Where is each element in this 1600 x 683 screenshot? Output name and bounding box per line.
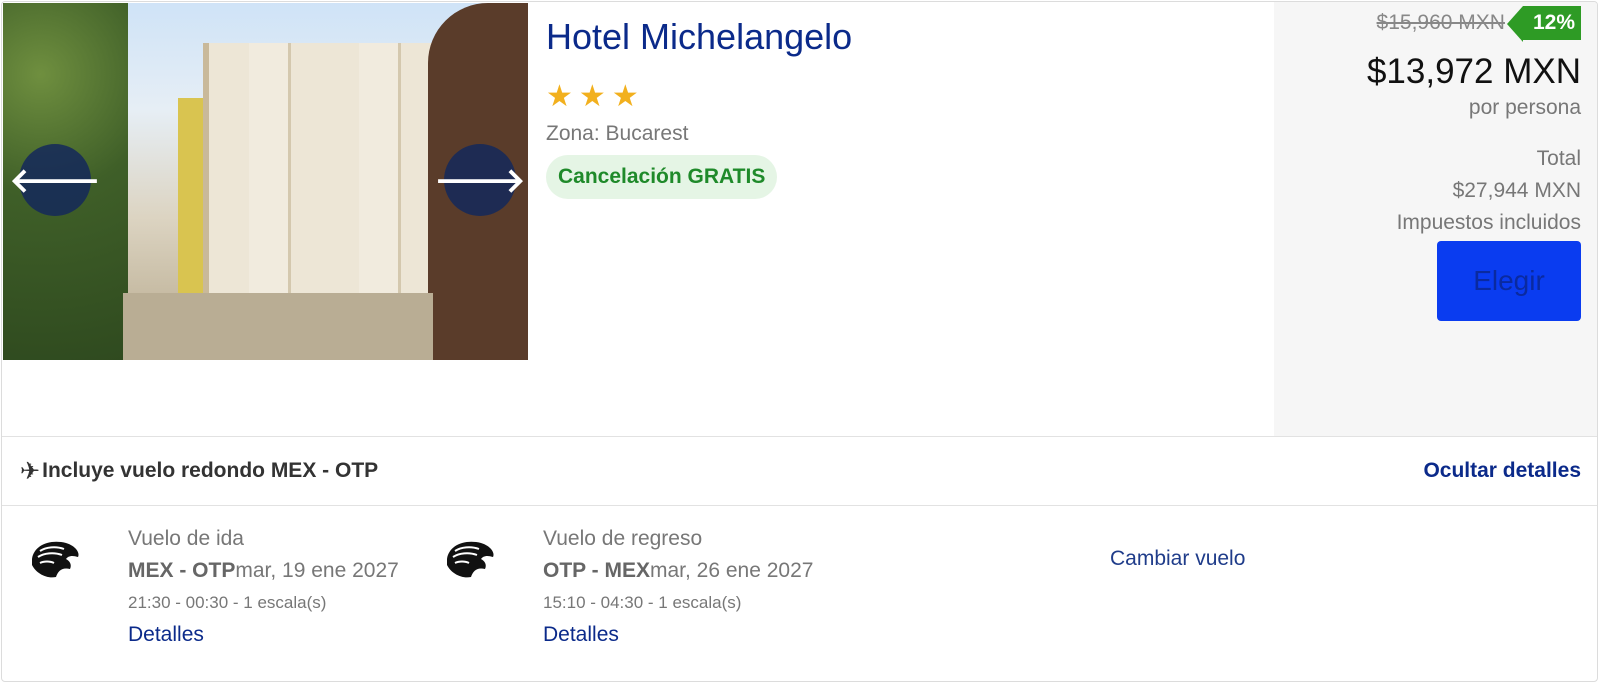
star-icon: ★	[578, 80, 606, 113]
flight-summary-label: Incluye vuelo redondo MEX - OTP	[42, 459, 379, 482]
flight-summary: ✈ Incluye vuelo redondo MEX - OTP	[20, 457, 378, 486]
per-person-label: por persona	[1468, 96, 1581, 119]
arrow-left-icon: 🡐	[9, 161, 101, 200]
flight-date: mar, 26 ene 2027	[649, 559, 814, 582]
hotel-result-card: 🡐 🡒 Hotel Michelangelo ★ ★ ★ Zona: Bucar…	[1, 1, 1598, 682]
total-value: $27,944 MXN	[1452, 179, 1581, 202]
hotel-photo[interactable]: 🡐 🡒	[3, 3, 528, 360]
free-cancellation-badge: Cancelación GRATIS	[546, 155, 778, 199]
taxes-label: Impuestos incluidos	[1396, 211, 1581, 234]
flight-summary-bar: ✈ Incluye vuelo redondo MEX - OTP Oculta…	[2, 436, 1597, 506]
hide-details-link[interactable]: Ocultar detalles	[1423, 459, 1581, 483]
plane-icon: ✈	[20, 457, 41, 485]
flight-route: OTP - MEX	[543, 559, 650, 582]
flight-details: Vuelo de ida MEX - OTPmar, 19 ene 2027 2…	[2, 507, 1597, 681]
outbound-flight: Vuelo de ida MEX - OTPmar, 19 ene 2027 2…	[128, 527, 399, 647]
flight-route-date: MEX - OTPmar, 19 ene 2027	[128, 559, 399, 583]
hotel-info: Hotel Michelangelo ★ ★ ★ Zona: Bucarest …	[546, 16, 1246, 199]
hotel-zone: Zona: Bucarest	[546, 122, 689, 145]
flight-details-link[interactable]: Detalles	[543, 623, 813, 647]
discount-badge: 12%	[1506, 6, 1581, 42]
arrow-right-icon: 🡒	[434, 161, 526, 200]
choose-button[interactable]: Elegir	[1437, 241, 1581, 321]
flight-route-date: OTP - MEXmar, 26 ene 2027	[543, 559, 813, 583]
old-price: $15,960 MXN	[1376, 11, 1505, 34]
flight-times: 21:30 - 00:30 - 1 escala(s)	[128, 593, 327, 612]
star-icon: ★	[546, 80, 573, 113]
star-icon: ★	[611, 80, 639, 113]
old-price-row: $15,960 MXN 12%	[1376, 6, 1581, 42]
airline-logo-icon	[447, 541, 494, 578]
flight-route: MEX - OTP	[128, 559, 236, 582]
price-per-person: $13,972 MXN	[1366, 52, 1581, 91]
total-label: Total	[1536, 147, 1581, 170]
flight-details-link[interactable]: Detalles	[128, 623, 399, 647]
hotel-summary: 🡐 🡒 Hotel Michelangelo ★ ★ ★ Zona: Bucar…	[2, 2, 1597, 436]
return-flight: Vuelo de regreso OTP - MEXmar, 26 ene 20…	[543, 527, 813, 647]
flight-times: 15:10 - 04:30 - 1 escala(s)	[543, 593, 742, 612]
star-rating: ★ ★ ★	[546, 82, 1246, 112]
gallery-next-button[interactable]: 🡒	[434, 144, 526, 216]
flight-title: Vuelo de ida	[128, 527, 244, 550]
flight-title: Vuelo de regreso	[543, 527, 703, 550]
photo-ground	[123, 293, 433, 360]
flight-date: mar, 19 ene 2027	[235, 559, 399, 582]
airline-logo-icon	[32, 541, 79, 578]
gallery-prev-button[interactable]: 🡐	[9, 144, 101, 216]
hotel-name[interactable]: Hotel Michelangelo	[546, 16, 1246, 58]
price-panel: $15,960 MXN 12% $13,972 MXN por persona …	[1274, 2, 1597, 436]
change-flight-link[interactable]: Cambiar vuelo	[1110, 547, 1245, 571]
